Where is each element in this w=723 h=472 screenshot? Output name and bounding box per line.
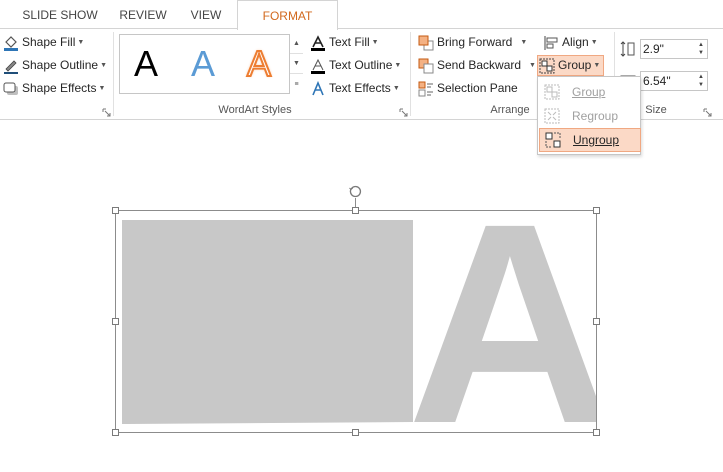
ribbon-tab-strip: SLIDE SHOW REVIEW VIEW FORMAT (0, 0, 723, 30)
resize-handle-top[interactable] (352, 207, 359, 214)
size-group-label: Size (645, 104, 667, 116)
shape-effects-icon (2, 80, 20, 98)
text-effects-button[interactable]: Text Effects ▼ (309, 78, 400, 99)
menu-item-label: Group (572, 85, 606, 99)
dialog-launcher-icon[interactable] (703, 106, 712, 117)
group-divider (410, 32, 411, 116)
menu-item-label: Regroup (572, 109, 619, 123)
selection-pane-icon (417, 80, 435, 98)
shape-width-spinner[interactable]: 6.54" ▲ ▼ (640, 71, 708, 91)
wordart-sample-black[interactable]: A (128, 43, 164, 85)
text-outline-label: Text Outline (329, 58, 393, 72)
group-objects-icon (538, 57, 556, 75)
align-icon (542, 34, 560, 52)
align-label: Align (562, 35, 589, 49)
bring-forward-button[interactable]: Bring Forward ▼ (417, 32, 527, 53)
bring-forward-label: Bring Forward (437, 35, 513, 49)
wordart-sample-letter: A (246, 42, 272, 85)
align-button[interactable]: Align ▼ (542, 32, 598, 53)
wordart-sample-letter: A (190, 43, 215, 84)
text-outline-button[interactable]: Text Outline ▼ (309, 55, 401, 76)
wordart-sample-blue[interactable]: A (185, 43, 221, 85)
spinner-arrows-icon[interactable]: ▲ ▼ (697, 41, 705, 57)
resize-handle-bottom[interactable] (352, 429, 359, 436)
group-label: Group (558, 58, 592, 72)
selection-pane-button[interactable]: Selection Pane (417, 78, 518, 99)
shape-height-value: 2.9" (643, 42, 664, 56)
selection-pane-label: Selection Pane (437, 81, 518, 95)
wordart-gallery: A A A (119, 34, 303, 94)
pencil-icon (2, 57, 20, 75)
text-fill-button[interactable]: Text Fill ▼ (309, 32, 379, 53)
shape-height-icon (619, 40, 637, 61)
chevron-down-icon: ▼ (593, 62, 601, 69)
chevron-down-icon: ▼ (100, 62, 107, 69)
text-fill-icon (309, 34, 327, 52)
chevron-down-icon: ▼ (77, 39, 85, 46)
menu-item-ungroup[interactable]: Ungroup (539, 128, 641, 152)
menu-item-label: Ungroup (573, 133, 620, 147)
resize-handle-right[interactable] (593, 318, 600, 325)
group-divider (113, 32, 114, 116)
chevron-down-icon: ▼ (392, 85, 400, 92)
spinner-arrows-icon[interactable]: ▲ ▼ (697, 73, 705, 89)
tab-format[interactable]: FORMAT (237, 0, 338, 30)
chevron-down-icon: ▼ (98, 85, 106, 92)
send-backward-label: Send Backward (437, 58, 522, 72)
text-outline-icon (309, 57, 327, 75)
group-objects-icon (542, 82, 562, 102)
menu-item-regroup[interactable]: Regroup (539, 104, 641, 128)
paint-bucket-icon (2, 34, 20, 52)
wordart-sample-letter: A (133, 43, 158, 84)
chevron-down-icon: ▼ (520, 39, 528, 46)
chevron-down-icon: ▼ (371, 39, 379, 46)
chevron-down-icon: ▼ (590, 39, 598, 46)
dialog-launcher-icon[interactable] (399, 106, 408, 117)
send-backward-icon (417, 57, 435, 75)
arrange-group-label: Arrange (490, 104, 530, 116)
group-button[interactable]: Group ▼ (537, 55, 605, 76)
send-backward-button[interactable]: Send Backward ▼ (417, 55, 536, 76)
tab-slide-show[interactable]: SLIDE SHOW (0, 0, 120, 29)
resize-handle-top-left[interactable] (112, 207, 119, 214)
shape-height-spinner[interactable]: 2.9" ▲ ▼ (640, 39, 708, 59)
shape-width-value: 6.54" (643, 74, 671, 88)
shape-effects-label: Shape Effects (22, 81, 97, 95)
tab-review[interactable]: REVIEW (108, 0, 178, 29)
gallery-scrollbar: ▲ ▼ ≡ (289, 34, 303, 94)
regroup-icon (542, 106, 562, 126)
bring-forward-icon (417, 34, 435, 52)
dialog-launcher-icon[interactable] (102, 106, 111, 117)
wordart-sample-orange-outline[interactable]: A (241, 42, 277, 85)
resize-handle-bottom-right[interactable] (593, 429, 600, 436)
gallery-scroll-up-icon[interactable]: ▲ (290, 34, 303, 54)
text-effects-icon (309, 80, 327, 98)
gallery-scroll-down-icon[interactable]: ▼ (290, 54, 303, 74)
tab-view[interactable]: VIEW (178, 0, 234, 29)
shape-outline-label: Shape Outline (22, 58, 99, 72)
selection-frame (115, 210, 597, 433)
text-fill-label: Text Fill (329, 35, 370, 49)
shape-fill-label: Shape Fill (22, 35, 76, 49)
resize-handle-bottom-left[interactable] (112, 429, 119, 436)
chevron-down-icon: ▼ (394, 62, 402, 69)
chevron-down-icon: ▼ (529, 62, 536, 69)
rotate-handle-icon[interactable] (348, 184, 363, 199)
shape-effects-button[interactable]: Shape Effects ▼ (2, 78, 105, 99)
gallery-more-icon[interactable]: ≡ (290, 74, 303, 94)
shape-fill-button[interactable]: Shape Fill ▼ (2, 32, 84, 53)
wordart-styles-group-label: WordArt Styles (218, 104, 292, 116)
ungroup-icon (543, 130, 563, 150)
shape-outline-button[interactable]: Shape Outline ▼ (2, 55, 107, 76)
resize-handle-left[interactable] (112, 318, 119, 325)
group-dropdown-menu: Group Regroup Ungroup (537, 76, 641, 155)
menu-item-group[interactable]: Group (539, 80, 641, 104)
resize-handle-top-right[interactable] (593, 207, 600, 214)
text-effects-label: Text Effects (329, 81, 391, 95)
